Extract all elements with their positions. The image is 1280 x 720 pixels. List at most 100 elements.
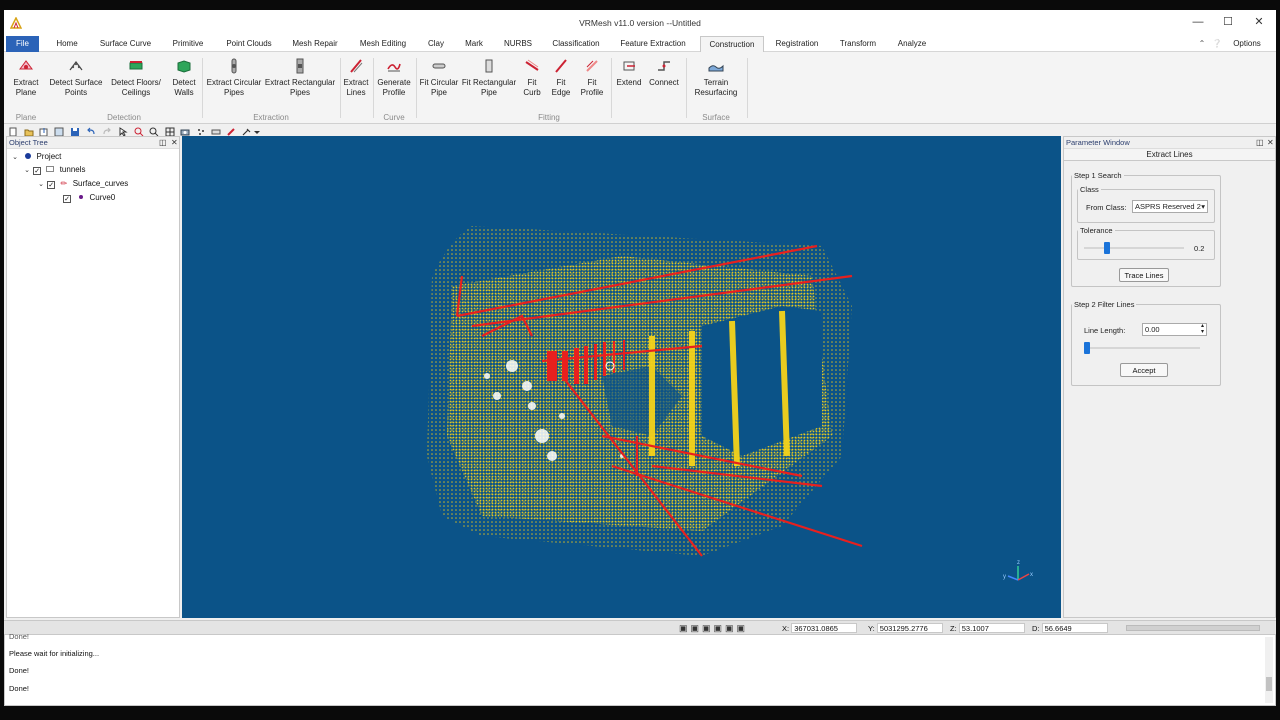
tree-item-curve0[interactable]: ✓ Curve0 [63, 192, 115, 204]
tree-item-project[interactable]: ⌄ Project [11, 151, 61, 163]
collapse-icon[interactable]: ⌄ [11, 152, 19, 164]
collapse-icon[interactable]: ⌄ [23, 165, 31, 177]
tab-surface-curve[interactable]: Surface Curve [95, 36, 156, 52]
extend-button[interactable]: Extend [612, 56, 646, 88]
tree-item-tunnels[interactable]: ⌄ ✓ tunnels [23, 164, 86, 176]
tab-mark[interactable]: Mark [460, 36, 488, 52]
close-icon[interactable]: ✕ [171, 137, 178, 149]
pin-icon[interactable]: ◫ [1256, 137, 1264, 149]
extend-label: Extend [616, 78, 642, 87]
tolerance-legend: Tolerance [1080, 226, 1113, 235]
generate-profile-button[interactable]: Generate Profile [374, 56, 414, 98]
point-cloud-icon [46, 166, 55, 172]
view-mode-icons[interactable]: ▣▣▣▣▣▣ [679, 623, 748, 634]
tab-analyze[interactable]: Analyze [893, 36, 931, 52]
minimize-button[interactable]: — [1186, 14, 1210, 30]
fit-circular-pipe-button[interactable]: Fit Circular Pipe [416, 56, 462, 98]
trace-lines-button[interactable]: Trace Lines [1119, 268, 1169, 282]
maximize-button[interactable]: ☐ [1216, 14, 1240, 30]
fit-circular-pipe-label: Fit Circular Pipe [419, 78, 459, 97]
point-cloud-render[interactable]: z x y [182, 136, 1061, 618]
log-scrollbar[interactable] [1265, 637, 1273, 703]
tab-registration[interactable]: Registration [771, 36, 823, 52]
z-label: Z: [950, 624, 957, 633]
tab-feature-extraction[interactable]: Feature Extraction [615, 36, 691, 52]
from-class-value: ASPRS Reserved 2 [1135, 202, 1201, 211]
connect-label: Connect [649, 78, 679, 87]
fit-profile-button[interactable]: Fit Profile [577, 56, 607, 98]
extract-rectangular-pipes-button[interactable]: Extract Rectangular Pipes [264, 56, 336, 98]
visibility-checkbox[interactable]: ✓ [33, 167, 42, 175]
extend-icon [623, 61, 635, 71]
fit-edge-button[interactable]: Fit Edge [547, 56, 575, 98]
tab-primitive[interactable]: Primitive [167, 36, 209, 52]
3d-viewport[interactable]: z x y [182, 136, 1061, 618]
axis-gizmo-icon: z x y [1003, 560, 1033, 581]
tab-nurbs[interactable]: NURBS [498, 36, 538, 52]
scrollbar-thumb[interactable] [1266, 677, 1272, 691]
line-length-slider-thumb[interactable] [1084, 342, 1090, 354]
close-button[interactable]: ✕ [1247, 14, 1271, 30]
ribbon-collapse-icon[interactable]: ⌃ [1197, 36, 1207, 52]
tolerance-slider-thumb[interactable] [1104, 242, 1110, 254]
detect-floors-ceilings-button[interactable]: Detect Floors/ Ceilings [108, 56, 164, 98]
visibility-checkbox[interactable]: ✓ [47, 181, 56, 189]
line-length-slider-track[interactable] [1084, 347, 1200, 349]
line-length-input[interactable]: 0.00 ▴ ▾ [1142, 323, 1207, 336]
collapse-icon[interactable]: ⌄ [37, 179, 45, 191]
tab-construction[interactable]: Construction [700, 36, 764, 53]
fit-curb-label: Fit Curb [523, 78, 541, 97]
line-length-value: 0.00 [1145, 325, 1160, 334]
y-value: 5031295.2776 [876, 623, 943, 633]
fit-profile-label: Fit Profile [580, 78, 604, 97]
spinner-icon[interactable]: ▴ ▾ [1201, 324, 1204, 335]
extract-lines-icon [350, 59, 363, 73]
parameter-window-title: Parameter Window [1066, 138, 1130, 147]
from-class-select[interactable]: ASPRS Reserved 2 ▾ [1132, 200, 1208, 213]
detect-surface-points-button[interactable]: Detect Surface Points [48, 56, 104, 98]
tab-classification[interactable]: Classification [547, 36, 605, 52]
pin-icon[interactable]: ◫ [159, 137, 167, 149]
group-extraction-label: Extraction [253, 113, 289, 122]
group-fitting-label: Fitting [538, 113, 560, 122]
extract-lines-button[interactable]: Extract Lines [341, 56, 371, 98]
connect-button[interactable]: Connect [646, 56, 682, 88]
ribbon-separator [686, 58, 687, 118]
tolerance-value: 0.2 [1194, 244, 1205, 253]
d-label: D: [1032, 624, 1040, 633]
fit-rectangular-pipe-label: Fit Rectangular Pipe [461, 78, 517, 97]
tab-home[interactable]: Home [50, 36, 84, 52]
project-icon [25, 153, 32, 159]
tolerance-slider-track[interactable] [1084, 247, 1184, 249]
tab-mesh-repair[interactable]: Mesh Repair [288, 36, 342, 52]
options-menu[interactable]: Options [1230, 36, 1264, 52]
tree-item-surface-curves[interactable]: ⌄ ✓ ✏ Surface_curves [37, 178, 128, 190]
fit-rectangular-pipe-button[interactable]: Fit Rectangular Pipe [460, 56, 518, 98]
x-label: X: [782, 624, 790, 633]
tab-file[interactable]: File [6, 36, 39, 52]
extract-circular-pipes-button[interactable]: Extract Circular Pipes [204, 56, 264, 98]
ribbon-tabs: File Home Surface Curve Primitive Point … [4, 36, 1276, 53]
tab-point-clouds[interactable]: Point Clouds [220, 36, 278, 52]
window-title: VRMesh v11.0 version --Untitled [579, 18, 701, 28]
tree-item-label: tunnels [59, 165, 86, 174]
accept-button[interactable]: Accept [1120, 363, 1168, 377]
help-icon[interactable]: ❔ [1209, 36, 1225, 52]
tab-mesh-editing[interactable]: Mesh Editing [353, 36, 413, 52]
close-icon[interactable]: ✕ [1267, 137, 1274, 149]
fit-profile-icon [586, 60, 598, 72]
terrain-icon [708, 64, 724, 72]
tab-transform[interactable]: Transform [834, 36, 882, 52]
step1-legend: Step 1 Search [1074, 171, 1122, 180]
chevron-down-icon: ▾ [1201, 202, 1205, 211]
connect-icon [658, 61, 670, 71]
detect-surface-points-label: Detect Surface Points [49, 78, 103, 97]
extract-plane-button[interactable]: Extract Plane [8, 56, 44, 98]
fit-curb-button[interactable]: Fit Curb [518, 56, 546, 98]
terrain-resurfacing-button[interactable]: Terrain Resurfacing [688, 56, 744, 98]
d-coordinate: D: 56.6649 [1032, 623, 1108, 633]
output-log: Done! Please wait for initializing... Do… [4, 632, 1276, 706]
tab-clay[interactable]: Clay [422, 36, 450, 52]
detect-walls-button[interactable]: Detect Walls [168, 56, 200, 98]
visibility-checkbox[interactable]: ✓ [63, 195, 71, 203]
